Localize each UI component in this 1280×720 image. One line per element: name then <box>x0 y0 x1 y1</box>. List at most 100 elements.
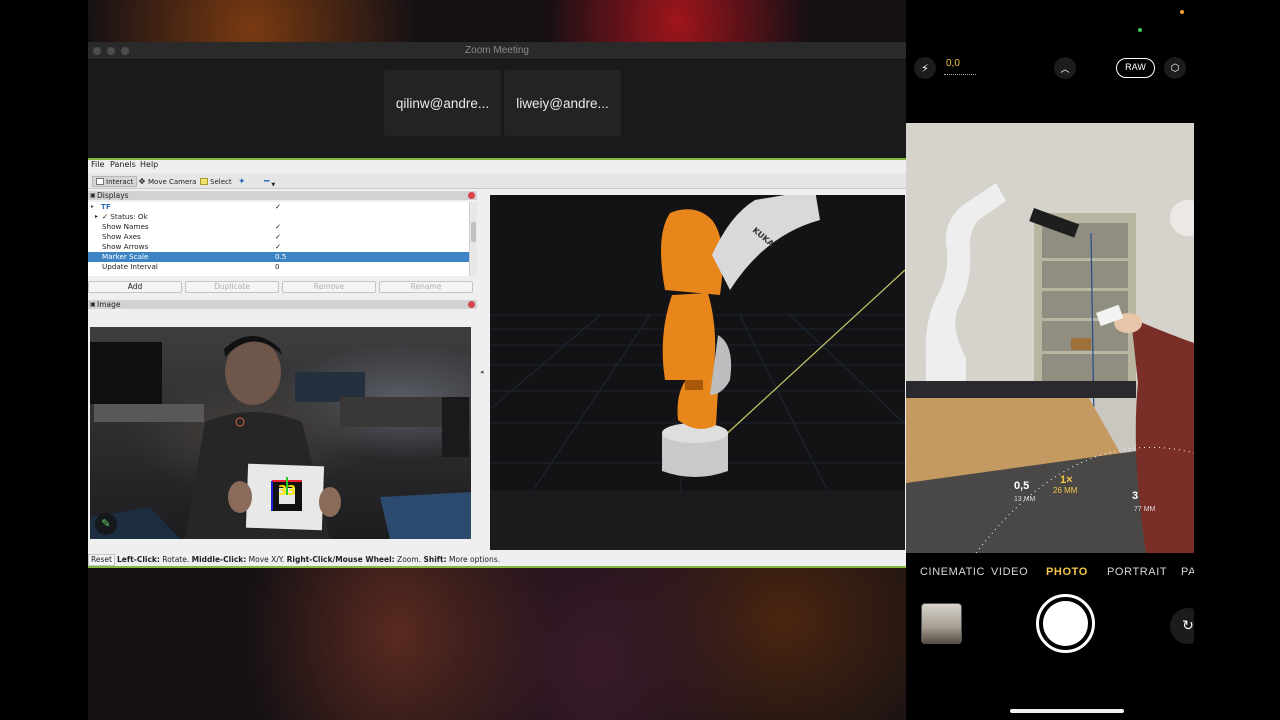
hint-key: Shift: <box>423 555 447 564</box>
participant-tile-1[interactable]: qilinw@andre... <box>384 70 501 136</box>
select-tool-button[interactable]: Select <box>200 176 232 187</box>
rviz-window: File Panels Help Interact ✥ Move Camera … <box>88 158 906 568</box>
plus-icon: ✦ <box>238 176 246 187</box>
checkbox[interactable]: ✓ <box>275 222 281 232</box>
shutter-button[interactable] <box>1036 594 1095 653</box>
marker-scale-value[interactable]: 0.5 <box>275 252 286 262</box>
tree-label: Show Axes <box>102 232 141 241</box>
tree-row-update-interval[interactable]: Update Interval 0 <box>88 262 469 272</box>
tree-label: Show Names <box>102 222 149 231</box>
focal-small-left: 13 MM <box>1014 496 1036 503</box>
tf-expand-icon[interactable]: ▸ <box>91 202 94 212</box>
hint-text: Zoom. <box>394 555 424 564</box>
live-photo-icon[interactable]: ⬡ <box>1164 57 1186 79</box>
displays-panel-header: ▣ Displays <box>88 191 477 200</box>
menu-panels[interactable]: Panels <box>110 160 136 169</box>
tree-row-marker-scale[interactable]: Marker Scale 0.5 <box>88 252 469 262</box>
right-hand <box>319 487 341 517</box>
duplicate-display-button[interactable]: Duplicate <box>185 281 279 293</box>
rename-display-button[interactable]: Rename <box>379 281 473 293</box>
close-icon[interactable] <box>468 301 475 308</box>
home-indicator <box>1010 709 1124 713</box>
tf-line <box>719 269 905 441</box>
zoom-level-1x[interactable]: 1× <box>1060 474 1073 486</box>
checkbox[interactable]: ✓ <box>275 232 281 242</box>
interact-tool-button[interactable]: Interact <box>92 176 138 187</box>
panel-icon: ▣ <box>90 192 96 199</box>
hint-key: Right-Click/Mouse Wheel: <box>286 555 395 564</box>
hint-key: Middle-Click: <box>191 555 247 564</box>
camera-in-use-indicator <box>1138 28 1142 32</box>
reset-button[interactable]: Reset <box>88 554 115 566</box>
pencil-icon[interactable]: ✎ <box>95 513 117 535</box>
hint-text: More options. <box>446 555 500 564</box>
remove-display-button[interactable]: Remove <box>282 281 376 293</box>
splitter-handle[interactable]: ◂ <box>480 368 484 376</box>
tree-label: ✓ Status: Ok <box>102 212 148 221</box>
flip-camera-icon[interactable]: ↻ <box>1170 608 1194 644</box>
select-icon <box>200 178 208 185</box>
status-hint: Left-Click: Rotate. Middle-Click: Move X… <box>117 554 500 566</box>
image-panel-title: Image <box>97 300 121 309</box>
add-tool-dropdown[interactable]: ━ ▼ <box>264 176 276 188</box>
hint-text: Rotate. <box>159 555 192 564</box>
menu-file[interactable]: File <box>91 160 104 169</box>
displays-panel-title: Displays <box>97 191 129 200</box>
zoom-level-3[interactable]: 3 <box>1132 490 1138 502</box>
minus-icon: ━ <box>264 176 270 187</box>
table-frame <box>906 381 1136 398</box>
tree-row-tf[interactable]: ▸ TF ✓ <box>88 202 469 212</box>
scrollbar-thumb[interactable] <box>471 222 476 242</box>
shelf-board <box>1042 351 1128 354</box>
focus-camera-tool-button[interactable]: ✦ <box>238 176 246 187</box>
participant-tile-2[interactable]: liweiy@andre... <box>504 70 621 136</box>
displays-scrollbar[interactable] <box>469 202 477 276</box>
monitor-shape <box>90 342 162 404</box>
tree-row-show-axes[interactable]: Show Axes ✓ <box>88 232 469 242</box>
blue-bin-shape <box>380 492 471 539</box>
update-interval-value[interactable]: 0 <box>275 262 280 272</box>
hint-key: Left-Click: <box>117 555 160 564</box>
expand-icon[interactable]: ▸ <box>95 212 98 222</box>
tree-row-show-arrows[interactable]: Show Arrows ✓ <box>88 242 469 252</box>
checkbox[interactable]: ✓ <box>275 202 281 212</box>
zoom-level-0-5[interactable]: 0,5 <box>1014 480 1029 492</box>
screen: Zoom Meeting qilinw@andre... liweiy@andr… <box>0 0 1280 720</box>
close-icon[interactable] <box>468 192 475 199</box>
floor-plane <box>490 490 905 550</box>
viewfinder-scene: 0,5 13 MM 1× 26 MM 3 77 MM <box>906 123 1194 553</box>
mode-cinematic[interactable]: CINEMATIC <box>920 566 985 578</box>
flash-icon[interactable]: ⚡ <box>914 57 936 79</box>
menu-help[interactable]: Help <box>140 160 158 169</box>
chevron-up-icon[interactable]: ︿ <box>1054 57 1076 79</box>
exposure-value[interactable]: 0,0 <box>946 58 960 69</box>
photo-thumbnail[interactable] <box>921 603 962 644</box>
tree-label: TF <box>101 202 111 211</box>
chevron-down-icon: ▼ <box>271 181 276 188</box>
raw-toggle[interactable]: RAW <box>1116 58 1155 78</box>
tool-bar: Interact ✥ Move Camera Select ✦ ━ ▼ <box>88 173 906 189</box>
mode-portrait[interactable]: PORTRAIT <box>1107 566 1167 578</box>
shelf-board <box>1042 288 1128 291</box>
tree-label: Marker Scale <box>102 252 149 261</box>
menu-bar: File Panels Help <box>88 160 906 171</box>
participant-name-1: qilinw@andre... <box>395 95 490 111</box>
mode-pano[interactable]: PA <box>1181 566 1194 578</box>
camera-viewfinder[interactable]: 0,5 13 MM 1× 26 MM 3 77 MM <box>906 123 1194 553</box>
tree-row-status[interactable]: ▸ ✓ Status: Ok <box>88 212 469 222</box>
zoom-titlebar: Zoom Meeting <box>88 42 906 60</box>
mode-photo[interactable]: PHOTO <box>1046 566 1088 578</box>
phone-camera-app: ⚡ 0,0 ︿ RAW ⬡ 0,5 13 MM 1× 26 MM 3 77 MM… <box>906 24 1194 720</box>
monitor-shape <box>442 397 469 457</box>
tree-row-show-names[interactable]: Show Names ✓ <box>88 222 469 232</box>
mic-indicator <box>1180 10 1184 14</box>
add-display-button[interactable]: Add <box>88 281 182 293</box>
mode-video[interactable]: VIDEO <box>991 566 1028 578</box>
focal-small-right: 77 MM <box>1134 506 1156 513</box>
move-camera-tool-button[interactable]: ✥ Move Camera <box>138 176 197 187</box>
move-camera-label: Move Camera <box>148 177 197 186</box>
checkbox[interactable]: ✓ <box>275 242 281 252</box>
tree-label: Show Arrows <box>102 242 149 251</box>
interact-icon <box>96 178 104 185</box>
render-3d-view[interactable]: KUKA <box>490 195 905 550</box>
